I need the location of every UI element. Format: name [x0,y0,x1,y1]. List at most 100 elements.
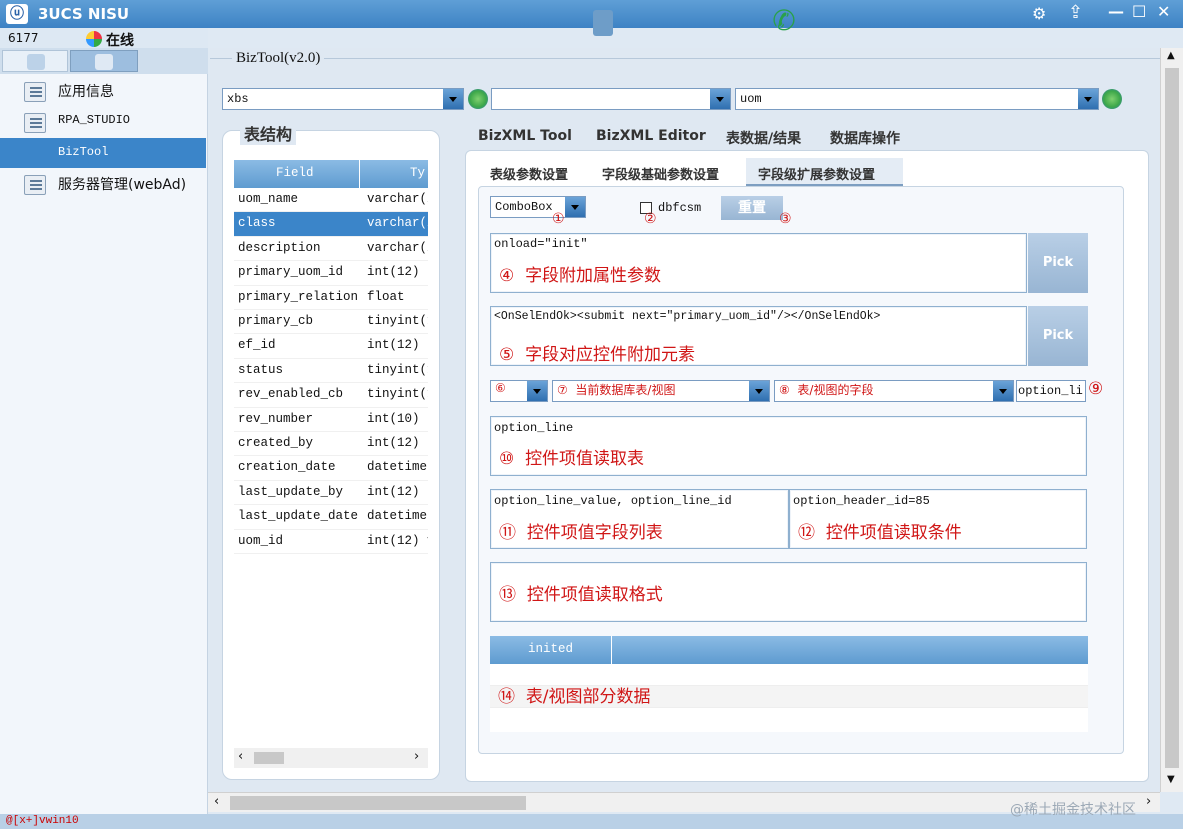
reset-button[interactable]: 重置 [721,196,783,220]
user-id: 6177 [8,31,39,45]
tab-table-data[interactable]: 表数据/结果 [726,128,801,148]
upload-icon[interactable]: ⇪ [1068,2,1083,23]
option-field-input[interactable]: option_li [1016,380,1086,402]
phone-icon[interactable] [593,10,613,36]
marker: ⑬ [499,585,516,605]
field-name: rev_number [238,411,314,426]
pick-button[interactable]: Pick [1028,306,1088,366]
table-row[interactable]: class varchar(2 [234,212,428,237]
document-icon [24,113,46,133]
control-element-value: <OnSelEndOk><submit next="primary_uom_id… [494,310,881,323]
marker: ⑤ [499,345,515,365]
db-combo[interactable]: ⑥ [490,380,548,402]
refresh-icon[interactable] [468,89,488,109]
table-row[interactable]: last_update_by int(12) [234,481,428,506]
field-list-input[interactable]: option_line_value, option_line_id ⑪ 控件项值… [490,489,789,549]
scroll-left-icon[interactable]: ‹ [238,749,243,764]
schema-combo[interactable] [491,88,731,110]
sidebar-item-app-info[interactable]: 应用信息 [0,76,206,106]
control-element-input[interactable]: <OnSelEndOk><submit next="primary_uom_id… [490,306,1027,366]
field-name: created_by [238,436,314,450]
read-table-input[interactable]: option_line ⑩ 控件项值读取表 [490,416,1087,476]
tab-apps[interactable] [2,50,68,72]
scroll-thumb[interactable] [1165,68,1179,768]
chevron-down-icon[interactable] [443,89,463,109]
table-combo[interactable]: uom [735,88,1099,110]
table-row[interactable]: creation_date datetime [234,456,428,481]
main-vscroll[interactable]: ▲ ▼ [1160,48,1183,792]
data-grid: inited ⑭ 表/视图部分数据 [490,636,1088,732]
document-icon [24,82,46,102]
table-row[interactable]: uom_id int(12) v [234,530,428,554]
sidebar-item-server-manage[interactable]: 服务器管理(webAd) [0,169,206,199]
settings-icon[interactable]: ⚙ [1032,4,1046,23]
grid-caption: ⑭ 表/视图部分数据 [498,682,651,707]
table-row[interactable]: last_update_date datetime [234,505,428,530]
refresh-icon[interactable] [1102,89,1122,109]
scroll-thumb[interactable] [254,752,284,764]
tab-bizxml-tool[interactable]: BizXML Tool [478,128,572,144]
chevron-down-icon[interactable] [1078,89,1098,109]
subtab-table-params[interactable]: 表级参数设置 [490,164,568,183]
field-type: int(10) [367,411,420,426]
call-icon[interactable]: ✆ [764,4,804,38]
minimize-button[interactable]: — [1108,2,1124,21]
field-attr-value: onload="init" [494,237,588,251]
chevron-down-icon[interactable] [749,381,769,401]
chevron-down-icon[interactable] [993,381,1013,401]
chevron-down-icon[interactable] [710,89,730,109]
read-format-input[interactable]: ⑬ 控件项值读取格式 [490,562,1087,622]
field-name: class [238,216,276,231]
field-name: status [238,362,284,377]
sidebar-item-biztool[interactable]: BizTool [0,138,206,168]
table-row[interactable]: primary_relation float [234,286,428,310]
subtab-field-extended[interactable]: 字段级扩展参数设置 [758,164,875,183]
table-row[interactable]: primary_uom_id int(12) [234,261,428,286]
sidebar-item-rpa-studio[interactable]: RPA_STUDIO [0,107,206,137]
scroll-right-icon[interactable]: › [414,749,419,764]
database-combo[interactable]: xbs [222,88,464,110]
table-row[interactable]: ef_id int(12) [234,334,428,359]
column-header-type[interactable]: Ty [410,166,425,180]
pick-button[interactable]: Pick [1028,233,1088,293]
table-header: Field Ty [234,160,428,188]
field-table: Field Ty uom_name varchar(2 class varchar(2… [234,160,428,768]
table-row[interactable]: rev_enabled_cb tinyint(1 [234,383,428,408]
scroll-up-icon[interactable]: ▲ [1167,50,1175,61]
table-field-combo[interactable]: ⑧ 表/视图的字段 [774,380,1014,402]
table-row[interactable]: status tinyint(1 [234,359,428,384]
maximize-button[interactable]: ☐ [1132,2,1146,21]
field-attr-input[interactable]: onload="init" ④ 字段附加属性参数 [490,233,1027,293]
grid-column-header[interactable]: inited [528,642,573,656]
chevron-down-icon[interactable] [565,197,585,217]
field-type: tinyint(1 [367,314,428,328]
table-row[interactable]: primary_cb tinyint(1 [234,310,428,335]
combo-value: uom [740,92,762,106]
table-hscroll[interactable]: ‹ › [234,748,428,768]
chevron-down-icon[interactable] [527,381,547,401]
footer-text: @[x+]vwin10 [6,815,79,827]
marker: ⑥ [495,381,506,395]
scroll-down-icon[interactable]: ▼ [1167,774,1175,785]
marker: ③ [779,211,792,227]
control-type-combo[interactable]: ComboBox [490,196,586,218]
table-row[interactable]: description varchar(2 [234,237,428,262]
read-condition-input[interactable]: option_header_id=85 ⑫ 控件项值读取条件 [789,489,1087,549]
table-row[interactable]: uom_name varchar(2 [234,188,428,213]
tab-bizxml-editor[interactable]: BizXML Editor [596,128,706,144]
apps-icon [27,54,45,70]
scroll-right-icon[interactable]: › [1146,794,1151,809]
table-row[interactable]: created_by int(12) [234,432,428,457]
column-header-field[interactable]: Field [276,166,314,180]
close-button[interactable]: ✕ [1157,2,1170,21]
document-icon [24,175,46,195]
tab-db-ops[interactable]: 数据库操作 [830,128,900,148]
scroll-thumb[interactable] [230,796,526,810]
db-table-combo[interactable]: ⑦ 当前数据库表/视图 [552,380,770,402]
tab-tools[interactable] [70,50,138,72]
db-table-combo-text: ⑦ 当前数据库表/视图 [557,381,675,398]
subtab-field-basic[interactable]: 字段级基础参数设置 [602,164,719,183]
table-row[interactable]: rev_number int(10) [234,408,428,432]
scroll-left-icon[interactable]: ‹ [214,794,219,809]
field-type: int(12) [367,484,420,499]
